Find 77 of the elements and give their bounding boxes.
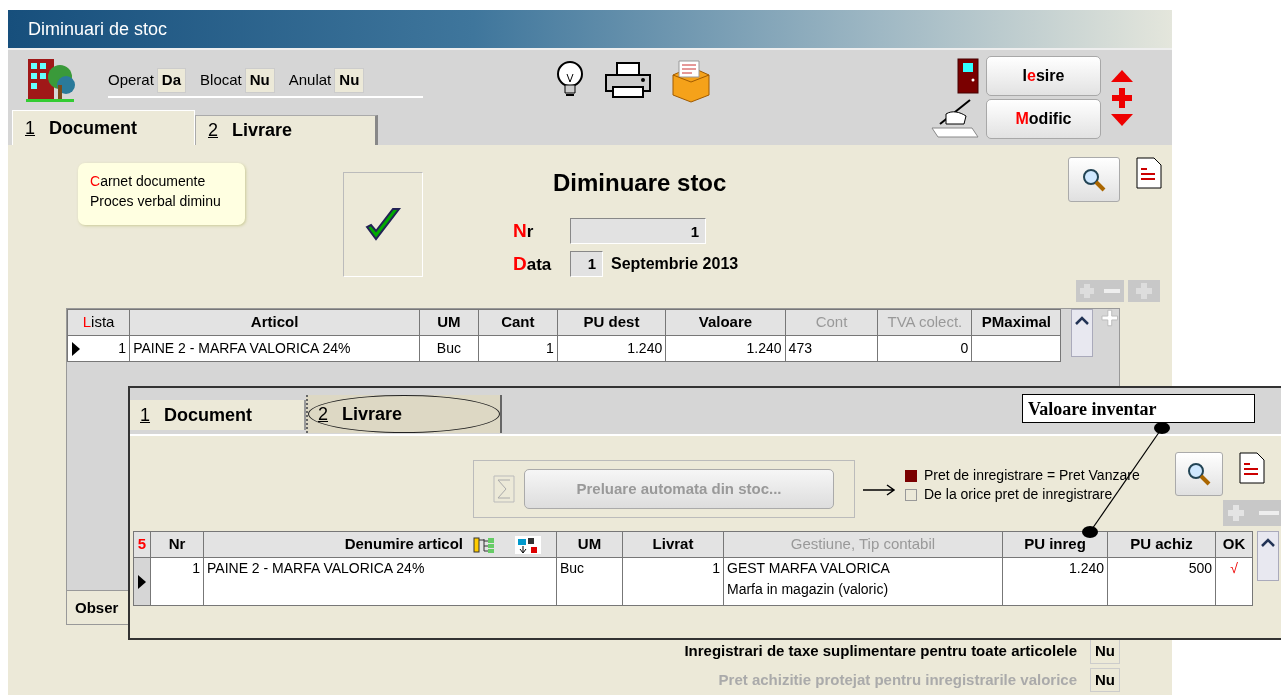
row-pointer-icon xyxy=(71,340,81,357)
writing-hand-icon[interactable] xyxy=(930,97,980,138)
table-cell: 1 xyxy=(478,335,558,362)
tab[interactable]: 2 Livrare xyxy=(306,395,502,433)
flag-value: Nu xyxy=(334,68,365,93)
up-arrow-icon[interactable] xyxy=(1111,69,1133,82)
tab[interactable]: 1 Document xyxy=(12,110,195,145)
option-label: De la orice pret de inregistrare xyxy=(924,485,1113,504)
column-header[interactable]: PMaximal xyxy=(971,309,1061,336)
option-label: Inregistrari de taxe suplimentare pentru toate articolele xyxy=(684,641,1077,661)
table-cell-text: 1 xyxy=(118,339,127,358)
side-tab[interactable]: Obser xyxy=(66,591,130,625)
day-field[interactable]: 1 xyxy=(570,250,603,277)
callout-label: Valoare inventar xyxy=(1022,394,1255,423)
document-heading: Diminuare stoc xyxy=(553,168,728,198)
table-cell: 1.240 xyxy=(1002,557,1108,606)
table-cell: PAINE 2 - MARFA VALORICA 24% xyxy=(129,335,420,362)
table-cell-text: GEST MARFA VALORICA xyxy=(727,559,891,578)
table-cell: 473 xyxy=(785,335,878,362)
table-cell: PAINE 2 - MARFA VALORICA 24% xyxy=(203,557,557,606)
flag-label: Blocat xyxy=(200,70,242,91)
table-cell-text: Marfa in magazin (valoric) xyxy=(727,580,890,599)
tab[interactable]: 2 Livrare xyxy=(195,115,378,145)
right-arrow-icon xyxy=(863,484,897,496)
action-button[interactable]: Iesire xyxy=(986,56,1101,96)
table-cell: 1.240 xyxy=(557,335,666,362)
document-icon[interactable] xyxy=(1136,157,1162,189)
search-button[interactable] xyxy=(1175,452,1223,496)
down-arrow-icon[interactable] xyxy=(1111,113,1133,126)
flag-value: Da xyxy=(156,68,187,93)
table-cell: 500 xyxy=(1107,557,1216,606)
option-value[interactable]: Nu xyxy=(1090,639,1120,664)
table-cell: 1 xyxy=(150,557,204,606)
column-header[interactable]: UM xyxy=(419,309,479,336)
table-cell: 1 xyxy=(622,557,724,606)
flag-label: Anulat xyxy=(288,70,332,91)
printer-icon[interactable] xyxy=(603,61,653,99)
column-header[interactable]: OK xyxy=(1215,531,1253,558)
window-title: Diminuari de stoc xyxy=(28,17,168,41)
column-header[interactable]: PU inreg xyxy=(1002,531,1108,558)
validation-box[interactable] xyxy=(343,172,423,277)
search-icon xyxy=(1186,461,1212,487)
table-cell: 1.240 xyxy=(665,335,786,362)
tab[interactable]: 1 Document xyxy=(130,400,306,430)
column-header[interactable]: Cant xyxy=(478,309,558,336)
column-header[interactable]: Valoare xyxy=(665,309,786,336)
option-label: Pret achizitie protejat pentru inregistrarile valorice xyxy=(718,669,1077,690)
tree-icon[interactable] xyxy=(473,535,495,554)
package-icon[interactable] xyxy=(669,57,711,103)
number-label: Nr xyxy=(513,219,535,243)
flag-label: Operat xyxy=(108,70,154,91)
column-header[interactable]: Livrat xyxy=(622,531,724,558)
action-button[interactable]: Modific xyxy=(986,99,1101,139)
swap-icon[interactable] xyxy=(515,535,541,554)
document-icon[interactable] xyxy=(1239,452,1265,484)
radio-square[interactable] xyxy=(905,469,917,482)
column-header[interactable]: Lista xyxy=(67,309,130,336)
column-header[interactable]: PU achiz xyxy=(1107,531,1216,558)
table-cell: Buc xyxy=(556,557,623,606)
column-header[interactable]: Articol xyxy=(129,309,420,336)
column-header[interactable]: PU dest xyxy=(557,309,666,336)
flag-value: Nu xyxy=(244,68,275,93)
radio-square[interactable] xyxy=(905,488,917,501)
table-cell: √ xyxy=(1215,557,1253,606)
column-header[interactable]: UM xyxy=(556,531,623,558)
search-button[interactable] xyxy=(1068,157,1120,202)
table-cell: Buc xyxy=(419,335,479,362)
column-header[interactable]: Nr xyxy=(150,531,204,558)
document-type-list[interactable]: Carnet documente Proces verbal diminu xyxy=(78,163,245,225)
plus-icon[interactable] xyxy=(1112,87,1132,108)
date-label: Data xyxy=(513,251,553,276)
row-pointer-icon xyxy=(137,574,147,591)
search-icon xyxy=(1081,166,1107,193)
number-field[interactable]: 1 xyxy=(570,218,706,245)
table-cell: 0 xyxy=(877,335,972,362)
month-year-text: Septembrie 2013 xyxy=(611,253,739,274)
door-icon[interactable] xyxy=(956,57,980,94)
